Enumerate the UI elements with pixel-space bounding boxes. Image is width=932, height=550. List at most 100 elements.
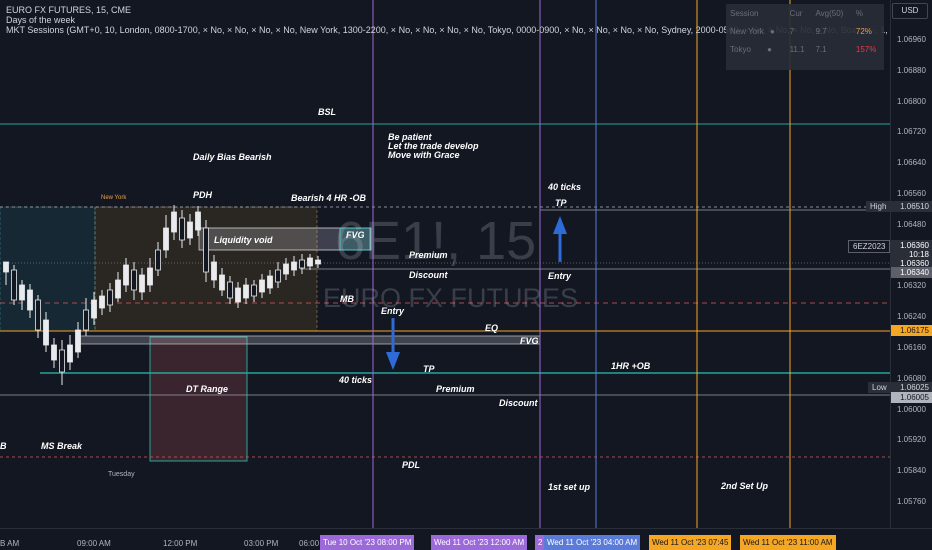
price-tag-2: 1.06340 bbox=[891, 267, 932, 278]
liquidity-void-label: Liquidity void bbox=[214, 235, 273, 245]
candle-body bbox=[227, 281, 233, 299]
candle-body bbox=[107, 289, 113, 306]
table-row: New York ● 7 9.7 72% bbox=[726, 22, 884, 40]
discount-top-label: Discount bbox=[409, 270, 448, 280]
first-setup-label: 1st set up bbox=[548, 482, 591, 492]
one-hr-ob-label: 1HR +OB bbox=[611, 361, 651, 371]
chart-plot-area[interactable]: EURO FX FUTURES, 15, CME Days of the wee… bbox=[0, 0, 890, 528]
price-label: 1.06800 bbox=[897, 96, 926, 106]
candle-body bbox=[83, 309, 89, 331]
price-label: 1.06240 bbox=[897, 312, 926, 322]
dt-range-label: DT Range bbox=[186, 384, 229, 394]
candle-body bbox=[315, 259, 321, 265]
pdh-label: PDH bbox=[193, 190, 213, 200]
price-label: 1.06320 bbox=[897, 281, 926, 291]
candle-body bbox=[67, 344, 73, 363]
candle-body bbox=[219, 274, 225, 291]
left-edge-label: B bbox=[0, 441, 7, 451]
bsl-label: BSL bbox=[318, 107, 336, 117]
time-label: B AM bbox=[0, 539, 20, 548]
entry-mid-label: Entry bbox=[381, 306, 405, 316]
ticks-mid-label: 40 ticks bbox=[339, 375, 373, 385]
candle-body bbox=[235, 287, 241, 303]
chart-title: EURO FX FUTURES, 15, CME bbox=[6, 5, 132, 15]
candle-body bbox=[91, 299, 97, 319]
session-pct: 72% bbox=[855, 26, 872, 36]
premium-mid-label: Premium bbox=[436, 384, 475, 394]
arrow-up-icon bbox=[553, 216, 567, 262]
dt-range-box bbox=[149, 336, 248, 462]
candle-body bbox=[307, 257, 313, 267]
time-label: 09:00 AM bbox=[77, 539, 111, 548]
price-label: 1.05920 bbox=[897, 435, 926, 445]
session-time-tag: Wed 11 Oct '23 04:00 AM bbox=[544, 535, 641, 550]
time-label: 12:00 PM bbox=[163, 539, 198, 548]
tp-top-label: TP bbox=[555, 198, 567, 208]
status-dot-icon: ● bbox=[767, 44, 772, 54]
table-header-pct: % bbox=[855, 8, 864, 18]
tuesday-label: Tuesday bbox=[108, 471, 135, 478]
candle-body bbox=[99, 295, 105, 309]
candle-body bbox=[275, 269, 281, 283]
session-name: Tokyo ● bbox=[730, 44, 772, 54]
candle-body bbox=[211, 261, 217, 281]
candle-body bbox=[283, 263, 289, 275]
time-axis[interactable]: B AM 09:00 AM 12:00 PM 03:00 PM 06:00 Tu… bbox=[0, 528, 932, 550]
price-axis[interactable]: 1.06960 1.06880 1.06800 1.06720 1.06640 1.065… bbox=[890, 0, 932, 537]
newyork-session-label: New York bbox=[101, 195, 127, 201]
candle-body bbox=[147, 267, 153, 286]
session-name: New York ● bbox=[730, 26, 775, 36]
price-label: 1.06000 bbox=[897, 404, 926, 414]
high-value-tag: 1.06510 bbox=[891, 201, 932, 212]
second-setup-label: 2nd Set Up bbox=[721, 481, 769, 491]
candle-body bbox=[43, 319, 49, 346]
price-label: 1.06640 bbox=[897, 158, 926, 168]
price-label: 1.05840 bbox=[897, 466, 926, 476]
price-tag-3: 1.06005 bbox=[891, 392, 932, 403]
currency-button[interactable]: USD bbox=[892, 3, 928, 19]
table-header-avg: Avg(50) bbox=[815, 8, 844, 18]
ticks-top-label: 40 ticks bbox=[548, 182, 582, 192]
candle-body bbox=[3, 261, 9, 273]
indicator-days-of-week: Days of the week bbox=[6, 15, 76, 25]
entry-top-label: Entry bbox=[548, 271, 572, 281]
fvg-top-label: FVG bbox=[346, 230, 365, 240]
session-time-tag: Wed 11 Oct '23 12:00 AM bbox=[431, 535, 528, 550]
high-label-tag: High bbox=[866, 201, 891, 212]
session-pct: 157% bbox=[855, 44, 877, 54]
watermark-name: EURO FX FUTURES bbox=[323, 283, 579, 313]
session-stats-table: Session Cur Avg(50) % New York ● 7 9.7 7… bbox=[726, 4, 884, 70]
candle-body bbox=[243, 284, 249, 299]
candle-body bbox=[35, 299, 41, 331]
candle-body bbox=[179, 217, 185, 241]
candle-body bbox=[139, 274, 145, 293]
eq-label: EQ bbox=[485, 323, 499, 333]
candle-body bbox=[11, 269, 17, 301]
candle-body bbox=[115, 279, 121, 299]
table-row: Tokyo ● 11.1 7.1 157% bbox=[726, 40, 884, 58]
fvg-mid-label: FVG bbox=[520, 336, 539, 346]
candle-body bbox=[51, 344, 57, 361]
candle-body bbox=[27, 289, 33, 311]
candle-body bbox=[195, 211, 201, 231]
table-header-session: Session bbox=[730, 8, 759, 18]
fvg-mid-box bbox=[79, 335, 541, 345]
candle-body bbox=[267, 275, 273, 289]
symbol-tag: 6EZ2023 bbox=[848, 240, 891, 253]
candle-body bbox=[75, 329, 81, 353]
session-cur: 11.1 bbox=[789, 44, 805, 54]
eq-price-tag: 1.06175 bbox=[891, 325, 932, 336]
pdl-label: PDL bbox=[402, 460, 420, 470]
watermark-symbol: 6E1!, 15 bbox=[335, 211, 537, 271]
candle-body bbox=[59, 349, 65, 373]
daily-bias-label: Daily Bias Bearish bbox=[193, 152, 272, 162]
time-label: 03:00 PM bbox=[244, 539, 279, 548]
session-time-tag: Tue 10 Oct '23 08:00 PM bbox=[320, 535, 415, 550]
price-label: 1.06720 bbox=[897, 127, 926, 137]
status-dot-icon: ● bbox=[770, 26, 775, 36]
candle-body bbox=[163, 227, 169, 251]
candle-body bbox=[187, 221, 193, 239]
patience-line-3: Move with Grace bbox=[388, 150, 460, 160]
price-label: 1.06880 bbox=[897, 65, 926, 75]
ms-break-label: MS Break bbox=[41, 441, 83, 451]
